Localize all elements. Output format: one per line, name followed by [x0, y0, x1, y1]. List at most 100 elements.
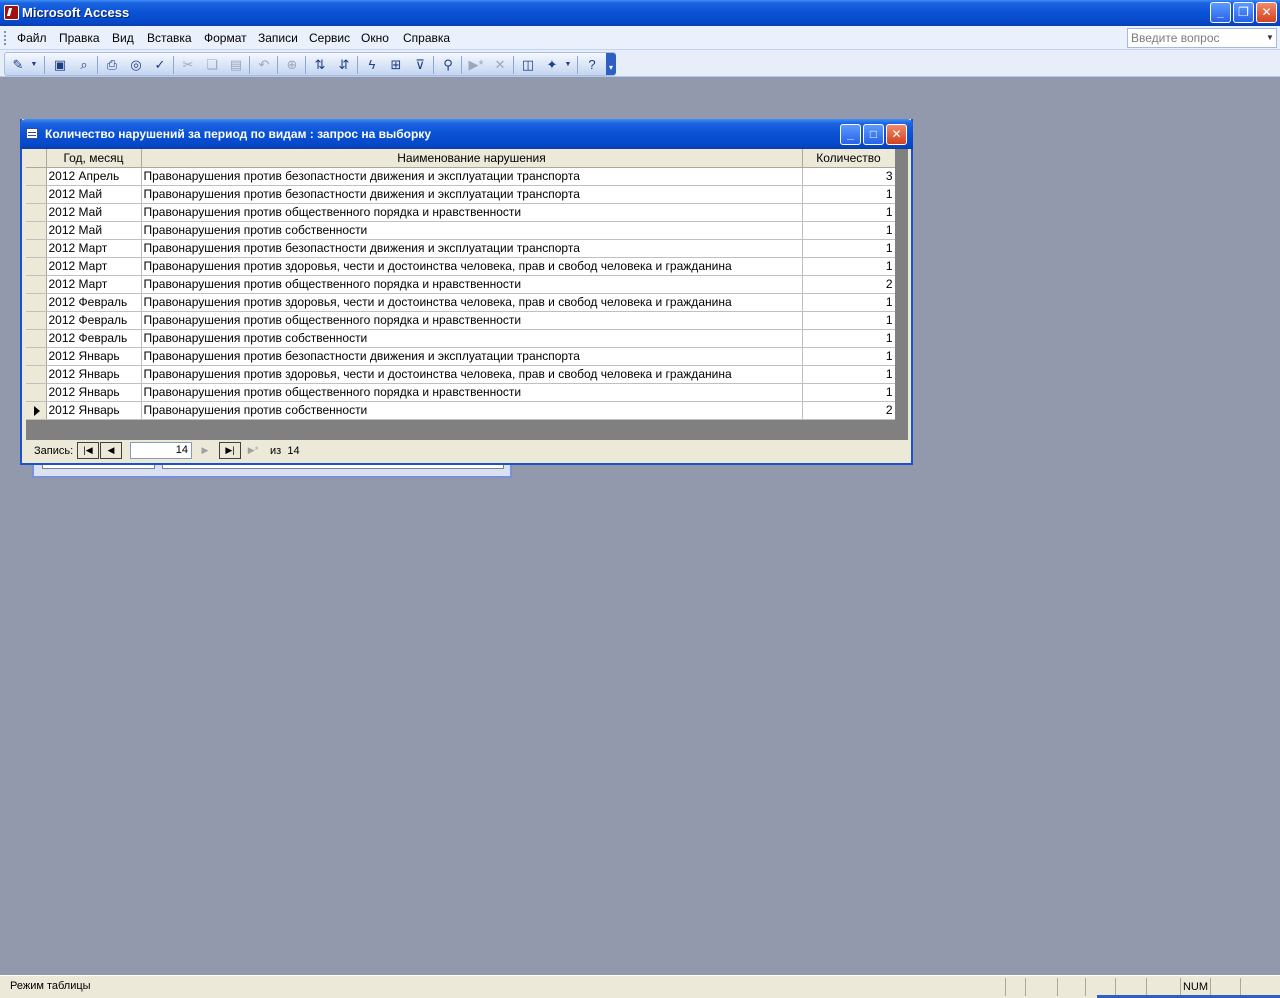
previous-record-button[interactable]: ◀ [100, 442, 122, 459]
menu-format[interactable]: Формат [204, 31, 247, 45]
spelling-icon[interactable]: ✓ [151, 56, 169, 74]
cell-period[interactable]: 2012 Январь [46, 383, 142, 402]
next-record-button[interactable]: ▶ [194, 442, 216, 459]
paste-icon[interactable]: ▤ [227, 56, 245, 74]
table-row[interactable]: 2012 Апрель Правонарушения против безопас… [26, 167, 896, 186]
cell-violation-name[interactable]: Правонарушения против здоровья, чести и … [141, 257, 803, 276]
cell-period[interactable]: 2012 Апрель [46, 167, 142, 186]
record-selector[interactable] [26, 185, 47, 204]
record-selector[interactable] [26, 203, 47, 222]
cell-count[interactable]: 1 [802, 383, 896, 402]
record-selector[interactable] [26, 257, 47, 276]
table-row[interactable]: 2012 Январь Правонарушения против здоровь… [26, 365, 896, 384]
minimize-icon[interactable]: _ [1210, 2, 1231, 23]
cell-period[interactable]: 2012 Февраль [46, 329, 142, 348]
cell-violation-name[interactable]: Правонарушения против собственности [141, 329, 803, 348]
chevron-down-icon[interactable]: ▼ [1264, 29, 1276, 47]
filter-by-form-icon[interactable]: ⊞ [387, 56, 405, 74]
table-row[interactable]: 2012 Февраль Правонарушения против здоров… [26, 293, 896, 312]
cell-count[interactable]: 1 [802, 365, 896, 384]
sort-ascending-icon[interactable]: ⇅ [311, 56, 329, 74]
column-header-count[interactable]: Количество [802, 149, 896, 168]
access-app-icon[interactable] [4, 5, 19, 20]
table-row[interactable]: 2012 Май Правонарушения против общественн… [26, 203, 896, 222]
apply-filter-icon[interactable]: ⊽ [411, 56, 429, 74]
cell-period[interactable]: 2012 Февраль [46, 311, 142, 330]
ask-question-input[interactable]: Введите вопрос ▼ [1127, 28, 1277, 48]
cell-period[interactable]: 2012 Май [46, 185, 142, 204]
select-all-corner[interactable] [26, 149, 47, 168]
copy-icon[interactable]: ❏ [203, 56, 221, 74]
table-row[interactable]: 2012 Февраль Правонарушения против собств… [26, 329, 896, 348]
delete-record-icon[interactable]: ✕ [491, 56, 509, 74]
new-object-icon[interactable]: ✦ [543, 56, 561, 74]
cell-count[interactable]: 1 [802, 221, 896, 240]
current-record-input[interactable]: 14 [130, 442, 192, 459]
table-row[interactable]: 2012 Март Правонарушения против безопастн… [26, 239, 896, 258]
record-selector[interactable] [26, 167, 47, 186]
new-record-button[interactable]: ▶* [242, 442, 264, 459]
table-row[interactable]: 2012 Январь Правонарушения против обществ… [26, 383, 896, 402]
search-file-icon[interactable]: ⌕ [75, 56, 93, 74]
table-row[interactable]: 2012 Январь Правонарушения против безопас… [26, 347, 896, 366]
maximize-icon[interactable]: □ [863, 124, 884, 145]
cell-violation-name[interactable]: Правонарушения против общественного поря… [141, 311, 803, 330]
find-icon[interactable]: ⚲ [439, 56, 457, 74]
close-icon[interactable]: ✕ [1256, 2, 1277, 23]
record-selector[interactable] [26, 239, 47, 258]
table-row[interactable]: 2012 Май Правонарушения против собственно… [26, 221, 896, 240]
cell-period[interactable]: 2012 Май [46, 221, 142, 240]
table-row[interactable]: 2012 Февраль Правонарушения против общест… [26, 311, 896, 330]
table-row[interactable]: 2012 Январь Правонарушения против собстве… [26, 401, 896, 420]
cell-violation-name[interactable]: Правонарушения против здоровья, чести и … [141, 293, 803, 312]
cell-count[interactable]: 1 [802, 347, 896, 366]
cell-violation-name[interactable]: Правонарушения против здоровья, чести и … [141, 365, 803, 384]
cell-count[interactable]: 1 [802, 185, 896, 204]
cell-count[interactable]: 3 [802, 167, 896, 186]
minimize-icon[interactable]: _ [840, 124, 861, 145]
print-preview-icon[interactable]: ◎ [127, 56, 145, 74]
record-selector[interactable] [26, 329, 47, 348]
cell-period[interactable]: 2012 Март [46, 239, 142, 258]
cell-period[interactable]: 2012 Февраль [46, 293, 142, 312]
column-header-period[interactable]: Год, месяц [46, 149, 142, 168]
view-icon[interactable]: ✎ [9, 56, 27, 74]
cell-count[interactable]: 1 [802, 203, 896, 222]
cell-violation-name[interactable]: Правонарушения против безопастности движ… [141, 185, 803, 204]
cell-violation-name[interactable]: Правонарушения против безопастности движ… [141, 167, 803, 186]
cell-count[interactable]: 1 [802, 293, 896, 312]
table-row[interactable]: 2012 Май Правонарушения против безопастно… [26, 185, 896, 204]
menu-insert[interactable]: Вставка [147, 31, 192, 45]
query-icon[interactable] [26, 128, 38, 139]
menu-records[interactable]: Записи [258, 31, 298, 45]
cell-count[interactable]: 2 [802, 275, 896, 294]
cell-period[interactable]: 2012 Январь [46, 347, 142, 366]
print-icon[interactable]: ⎙ [103, 56, 121, 74]
menu-grip[interactable] [4, 31, 7, 45]
record-selector[interactable] [26, 275, 47, 294]
restore-icon[interactable]: ❐ [1233, 2, 1254, 23]
column-header-name[interactable]: Наименование нарушения [141, 149, 803, 168]
save-icon[interactable]: ▣ [51, 56, 69, 74]
cell-count[interactable]: 1 [802, 257, 896, 276]
new-object-dropdown-icon[interactable]: ▼ [563, 56, 573, 74]
help-icon[interactable]: ? [583, 56, 601, 74]
cell-period[interactable]: 2012 Март [46, 257, 142, 276]
first-record-button[interactable]: |◀ [77, 442, 99, 459]
menu-view[interactable]: Вид [112, 31, 134, 45]
cell-count[interactable]: 2 [802, 401, 896, 420]
menu-help[interactable]: Справка [403, 31, 450, 45]
menu-edit[interactable]: Правка [59, 31, 100, 45]
record-selector[interactable] [26, 221, 47, 240]
cell-count[interactable]: 1 [802, 239, 896, 258]
table-row[interactable]: 2012 Март Правонарушения против обществен… [26, 275, 896, 294]
cell-violation-name[interactable]: Правонарушения против собственности [141, 221, 803, 240]
record-selector[interactable] [26, 347, 47, 366]
cut-icon[interactable]: ✂ [179, 56, 197, 74]
close-icon[interactable]: ✕ [886, 124, 907, 145]
filter-by-selection-icon[interactable]: ϟ [363, 56, 381, 74]
cell-count[interactable]: 1 [802, 311, 896, 330]
sort-descending-icon[interactable]: ⇵ [335, 56, 353, 74]
query-window-titlebar[interactable]: Количество нарушений за период по видам … [20, 119, 913, 149]
view-dropdown-icon[interactable]: ▼ [29, 56, 39, 74]
